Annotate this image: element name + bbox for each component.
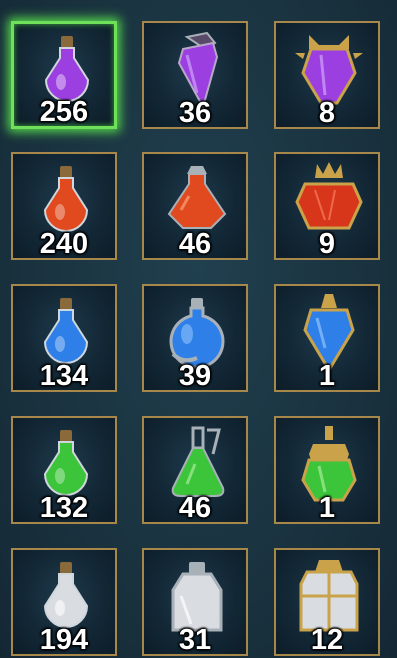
item-count: 46	[178, 492, 212, 524]
item-count: 132	[39, 492, 89, 524]
slot-large-white-potion[interactable]: 12	[274, 548, 380, 656]
item-count: 134	[39, 360, 89, 392]
item-count: 1	[318, 360, 336, 392]
slot-small-purple-potion[interactable]: 256	[11, 21, 117, 129]
item-count: 31	[178, 624, 212, 656]
slot-medium-white-potion[interactable]: 31	[142, 548, 248, 656]
item-count: 1	[318, 492, 336, 524]
potion-inventory-grid: 256 36 8 240 46 9 134 39 1 132 46 1 194 …	[0, 0, 397, 658]
item-count: 46	[178, 228, 212, 260]
item-count: 36	[178, 97, 212, 129]
slot-small-white-potion[interactable]: 194	[11, 548, 117, 656]
item-count: 256	[39, 96, 89, 128]
slot-large-green-potion[interactable]: 1	[274, 416, 380, 524]
slot-large-purple-potion[interactable]: 8	[274, 21, 380, 129]
item-count: 8	[318, 97, 336, 129]
slot-medium-red-potion[interactable]: 46	[142, 152, 248, 260]
slot-small-red-potion[interactable]: 240	[11, 152, 117, 260]
slot-medium-green-potion[interactable]: 46	[142, 416, 248, 524]
slot-large-red-potion[interactable]: 9	[274, 152, 380, 260]
slot-medium-blue-potion[interactable]: 39	[142, 284, 248, 392]
slot-small-blue-potion[interactable]: 134	[11, 284, 117, 392]
slot-small-green-potion[interactable]: 132	[11, 416, 117, 524]
item-count: 12	[310, 624, 344, 656]
item-count: 9	[318, 228, 336, 260]
item-count: 240	[39, 228, 89, 260]
item-count: 194	[39, 624, 89, 656]
item-count: 39	[178, 360, 212, 392]
slot-medium-purple-potion[interactable]: 36	[142, 21, 248, 129]
slot-large-blue-potion[interactable]: 1	[274, 284, 380, 392]
